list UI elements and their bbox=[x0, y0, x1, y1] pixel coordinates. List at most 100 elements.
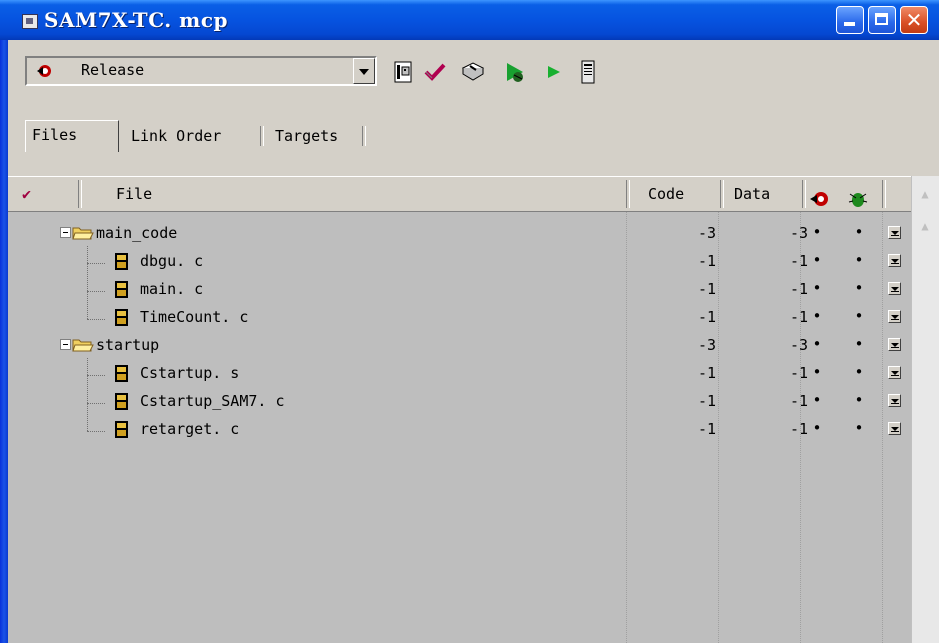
row-menu-icon[interactable] bbox=[888, 282, 901, 295]
code-size: -1 bbox=[697, 252, 716, 270]
group-row-startup[interactable]: startup -3 -3 • • bbox=[8, 332, 911, 360]
data-size: -3 bbox=[789, 336, 808, 354]
window-title: SAM7X-TC. mcp bbox=[44, 8, 229, 32]
target-flag[interactable]: • bbox=[810, 419, 824, 437]
debug-flag[interactable]: • bbox=[852, 391, 866, 409]
file-row[interactable]: retarget. c -1 -1 • • bbox=[8, 416, 911, 444]
c-file-icon bbox=[115, 421, 128, 438]
asm-file-icon bbox=[115, 365, 128, 382]
file-row[interactable]: dbgu. c -1 -1 • • bbox=[8, 248, 911, 276]
scroll-up-icon[interactable]: ▲ bbox=[911, 214, 939, 238]
close-button[interactable]: ✕ bbox=[900, 6, 928, 34]
code-size: -3 bbox=[697, 336, 716, 354]
column-code[interactable]: Code bbox=[648, 177, 684, 211]
column-divider[interactable] bbox=[626, 180, 630, 208]
row-menu-icon[interactable] bbox=[888, 338, 901, 351]
column-debug[interactable] bbox=[848, 186, 868, 207]
run-icon bbox=[548, 66, 560, 78]
row-menu-icon[interactable] bbox=[888, 310, 901, 323]
file-row[interactable]: TimeCount. c -1 -1 • • bbox=[8, 304, 911, 332]
file-name: Cstartup_SAM7. c bbox=[140, 392, 285, 410]
compile-button[interactable] bbox=[461, 60, 485, 84]
column-divider[interactable] bbox=[882, 180, 886, 208]
column-file[interactable]: File bbox=[116, 177, 152, 211]
maximize-button[interactable] bbox=[868, 6, 896, 34]
checkmark-icon[interactable]: ✔ bbox=[22, 177, 42, 211]
column-divider[interactable] bbox=[720, 180, 724, 208]
group-row-main-code[interactable]: main_code -3 -3 • • bbox=[8, 220, 911, 248]
collapse-icon[interactable] bbox=[60, 227, 71, 238]
tab-divider bbox=[362, 126, 366, 146]
file-row[interactable]: main. c -1 -1 • • bbox=[8, 276, 911, 304]
row-menu-icon[interactable] bbox=[888, 422, 901, 435]
c-file-icon bbox=[115, 393, 128, 410]
window-frame bbox=[0, 0, 8, 643]
file-name: dbgu. c bbox=[140, 252, 204, 270]
data-size: -1 bbox=[789, 280, 808, 298]
tab-label: Link Order bbox=[131, 127, 222, 145]
target-flag[interactable]: • bbox=[810, 391, 824, 409]
row-menu-icon[interactable] bbox=[888, 366, 901, 379]
project-file-icon bbox=[22, 14, 38, 29]
vertical-scrollbar[interactable] bbox=[911, 176, 939, 643]
target-flag[interactable]: • bbox=[810, 335, 824, 353]
file-row[interactable]: Cstartup_SAM7. c -1 -1 • • bbox=[8, 388, 911, 416]
file-name: main. c bbox=[140, 280, 204, 298]
debug-flag[interactable]: • bbox=[852, 279, 866, 297]
project-inspector-button[interactable] bbox=[576, 60, 600, 84]
debug-bug-icon bbox=[848, 193, 868, 207]
column-divider[interactable] bbox=[802, 180, 806, 208]
check-syntax-button[interactable] bbox=[423, 60, 447, 84]
code-size: -1 bbox=[697, 420, 716, 438]
check-syntax-icon bbox=[424, 63, 446, 81]
target-select[interactable]: Release bbox=[25, 56, 377, 86]
debug-flag[interactable]: • bbox=[852, 223, 866, 241]
collapse-icon[interactable] bbox=[60, 339, 71, 350]
minimize-button[interactable] bbox=[836, 6, 864, 34]
data-size: -1 bbox=[789, 364, 808, 382]
column-divider[interactable] bbox=[78, 180, 82, 208]
group-name: startup bbox=[96, 336, 160, 354]
debug-flag[interactable]: • bbox=[852, 251, 866, 269]
row-menu-icon[interactable] bbox=[888, 226, 901, 239]
make-button[interactable] bbox=[503, 60, 527, 84]
target-flag[interactable]: • bbox=[810, 307, 824, 325]
c-file-icon bbox=[115, 253, 128, 270]
project-toolbar: Release Files Link Order Targets bbox=[8, 40, 939, 152]
group-name: main_code bbox=[96, 224, 178, 242]
data-size: -1 bbox=[789, 252, 808, 270]
debug-flag[interactable]: • bbox=[852, 419, 866, 437]
target-flag[interactable]: • bbox=[810, 223, 824, 241]
tab-files[interactable]: Files bbox=[25, 120, 119, 152]
list-header: ✔ File Code Data bbox=[8, 176, 911, 212]
column-target[interactable] bbox=[810, 186, 830, 206]
target-flag[interactable]: • bbox=[810, 251, 824, 269]
row-menu-icon[interactable] bbox=[888, 394, 901, 407]
project-inspector-icon bbox=[581, 60, 595, 84]
debug-flag[interactable]: • bbox=[852, 335, 866, 353]
data-size: -3 bbox=[789, 224, 808, 242]
tab-targets[interactable]: Targets bbox=[269, 124, 366, 150]
target-settings-icon bbox=[394, 61, 412, 83]
target-flag[interactable]: • bbox=[810, 363, 824, 381]
column-data[interactable]: Data bbox=[734, 177, 770, 211]
code-size: -1 bbox=[697, 364, 716, 382]
file-name: retarget. c bbox=[140, 420, 240, 438]
code-size: -1 bbox=[697, 392, 716, 410]
file-row[interactable]: Cstartup. s -1 -1 • • bbox=[8, 360, 911, 388]
row-menu-icon[interactable] bbox=[888, 254, 901, 267]
target-icon bbox=[37, 65, 51, 77]
debug-flag[interactable]: • bbox=[852, 307, 866, 325]
target-icon bbox=[810, 192, 828, 206]
file-name: Cstartup. s bbox=[140, 364, 240, 382]
debug-flag[interactable]: • bbox=[852, 363, 866, 381]
target-flag[interactable]: • bbox=[810, 279, 824, 297]
tab-link-order[interactable]: Link Order bbox=[125, 124, 264, 150]
run-button[interactable] bbox=[542, 60, 566, 84]
chevron-down-icon[interactable] bbox=[353, 58, 375, 84]
close-icon: ✕ bbox=[905, 8, 923, 32]
title-bar[interactable]: SAM7X-TC. mcp ✕ bbox=[0, 0, 939, 40]
target-settings-button[interactable] bbox=[391, 60, 415, 84]
data-size: -1 bbox=[789, 308, 808, 326]
scroll-up-icon[interactable]: ▲ bbox=[911, 176, 939, 212]
